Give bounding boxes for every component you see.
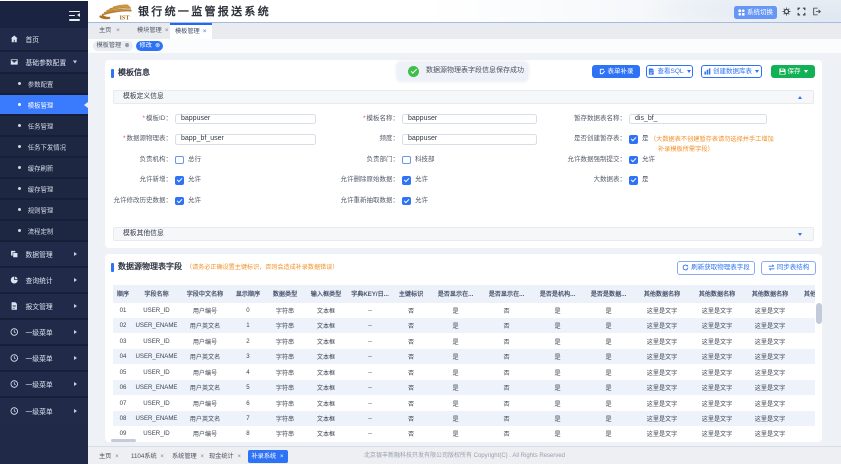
svg-text:IST: IST [120, 15, 131, 21]
